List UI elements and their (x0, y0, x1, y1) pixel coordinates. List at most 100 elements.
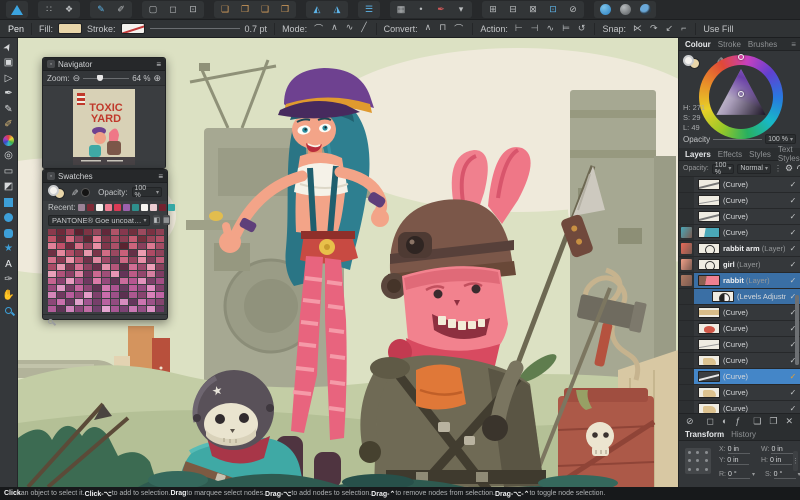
swatch-cell[interactable] (138, 264, 146, 270)
swatch-cell[interactable] (66, 278, 74, 284)
colour-wheel-tool[interactable] (2, 134, 16, 146)
swatch-cell[interactable] (156, 229, 164, 235)
layer-visibility-check[interactable]: ✓ (786, 180, 800, 189)
swatch-cell[interactable] (120, 306, 128, 312)
blend-mode-dropdown[interactable]: Normal▾ (737, 164, 771, 174)
recent-swatch[interactable] (105, 204, 112, 211)
transparency-tool[interactable]: ◩ (2, 181, 16, 193)
swatch-cell[interactable] (93, 236, 101, 242)
swatch-cell[interactable] (156, 278, 164, 284)
transform-options-handle[interactable]: ⋮ (793, 451, 798, 471)
swatch-cell[interactable] (93, 264, 101, 270)
swatch-cell[interactable] (57, 306, 65, 312)
action-reverse-button[interactable]: ↺ (576, 23, 588, 34)
layer-visibility-check[interactable]: ✓ (786, 404, 800, 413)
opacity-circle-icon[interactable]: ⊘ (684, 416, 696, 427)
anchor-point-selector[interactable] (685, 448, 711, 474)
swatch-cell[interactable] (102, 264, 110, 270)
recent-swatch[interactable] (123, 204, 130, 211)
swatch-cell[interactable] (75, 299, 83, 305)
vector-brush-tool[interactable]: ✐ (2, 119, 16, 131)
star-tool[interactable]: ★ (2, 243, 16, 255)
swatch-cell[interactable] (57, 243, 65, 249)
layer-thumbnail[interactable] (698, 307, 720, 318)
swatch-cell[interactable] (156, 292, 164, 298)
recent-swatch[interactable] (141, 204, 148, 211)
swatch-cell[interactable] (66, 229, 74, 235)
swatch-cell[interactable] (129, 236, 137, 242)
layer-visibility-check[interactable]: ✓ (786, 196, 800, 205)
swatch-cell[interactable] (111, 229, 119, 235)
select-lattice-button[interactable]: ⊡ (184, 2, 202, 17)
layer-row-curve[interactable]: (Curve)✓ (679, 385, 800, 401)
pen-mode-button[interactable]: ⌒ (312, 22, 325, 35)
swatch-cell[interactable] (57, 271, 65, 277)
swatch-cell[interactable] (48, 271, 56, 277)
line-mode-button[interactable]: ╱ (359, 22, 368, 35)
pen-options-chevron[interactable]: ▾ (452, 2, 470, 17)
node-editor-button[interactable]: ❖ (60, 2, 78, 17)
recent-swatch[interactable] (168, 204, 175, 211)
transform-field-y[interactable]: Y:0 in (719, 457, 757, 465)
swatch-cell[interactable] (120, 236, 128, 242)
swatch-cell[interactable] (66, 299, 74, 305)
stroke-dot-button[interactable]: • (412, 2, 430, 17)
swatch-cell[interactable] (111, 264, 119, 270)
swatch-cell[interactable] (75, 278, 83, 284)
swatch-cell[interactable] (147, 236, 155, 242)
swatch-cell[interactable] (147, 264, 155, 270)
layer-fx-button[interactable]: ƒ (733, 416, 742, 426)
swatches-opacity-value[interactable]: 100 %▾ (132, 187, 163, 197)
swatch-cell[interactable] (93, 299, 101, 305)
arrange-back-button[interactable]: ❒ (276, 2, 294, 17)
edit-in-pixel-persona-button[interactable]: ✎ (92, 2, 110, 17)
swatch-cell[interactable] (75, 236, 83, 242)
swatch-cell[interactable] (84, 306, 92, 312)
layer-visibility-check[interactable]: ✓ (786, 276, 800, 285)
swatch-cell[interactable] (48, 285, 56, 291)
delete-layer-button[interactable]: ✕ (783, 416, 795, 427)
palette-dropdown[interactable]: PANTONE® Goe uncoat… ▾ (48, 215, 150, 226)
swatch-cell[interactable] (84, 257, 92, 263)
stroke-width-slider[interactable] (150, 28, 240, 29)
layer-thumbnail[interactable] (698, 211, 720, 222)
swatch-cell[interactable] (147, 271, 155, 277)
swatch-cell[interactable] (120, 278, 128, 284)
convert-smooth-button[interactable]: ⌒ (452, 22, 465, 35)
swatch-cell[interactable] (84, 292, 92, 298)
add-group-button[interactable]: ❐ (767, 416, 779, 427)
swatch-cell[interactable] (147, 229, 155, 235)
navigator-preview[interactable]: TOXIC YARD (43, 86, 165, 168)
layers-opacity-value[interactable]: 100 %▾ (712, 164, 735, 174)
layer-visibility-check[interactable]: ✓ (786, 260, 800, 269)
swatch-cell[interactable] (66, 292, 74, 298)
fill-swatch[interactable] (58, 23, 82, 34)
swatch-cell[interactable] (66, 250, 74, 256)
tab-history[interactable]: History (731, 430, 756, 439)
swatch-cell[interactable] (48, 299, 56, 305)
layer-row-curve[interactable]: (Curve)✓ (679, 353, 800, 369)
swatch-cell[interactable] (84, 278, 92, 284)
panel-menu-icon[interactable]: ≡ (158, 172, 163, 181)
shear-field[interactable]: S: 0 ° ▾ (765, 471, 800, 479)
swatch-cell[interactable] (57, 285, 65, 291)
action-join-button[interactable]: ⊨ (560, 23, 572, 34)
layer-thumbnail[interactable] (698, 323, 720, 334)
pressure-pen-button[interactable]: ✒ (432, 2, 450, 17)
layer-visibility-check[interactable]: ✓ (786, 212, 800, 221)
snap-candidates-button[interactable]: ⊞ (484, 2, 502, 17)
layer-row-curve[interactable]: (Curve)✓ (679, 321, 800, 337)
fill-stroke-selector[interactable] (48, 185, 66, 199)
swatch-cell[interactable] (120, 271, 128, 277)
swatch-cell[interactable] (57, 257, 65, 263)
swatch-cell[interactable] (84, 229, 92, 235)
layer-row-curve[interactable]: (Curve)✓ (679, 177, 800, 193)
swatch-cell[interactable] (129, 271, 137, 277)
node-tool[interactable]: ▷ (2, 72, 16, 84)
swatch-cell[interactable] (129, 285, 137, 291)
swatch-cell[interactable] (57, 264, 65, 270)
swatch-cell[interactable] (102, 299, 110, 305)
swatch-cell[interactable] (147, 257, 155, 263)
palette-options-icon[interactable]: ◧ (153, 215, 160, 225)
tab-transform[interactable]: Transform (685, 430, 724, 439)
